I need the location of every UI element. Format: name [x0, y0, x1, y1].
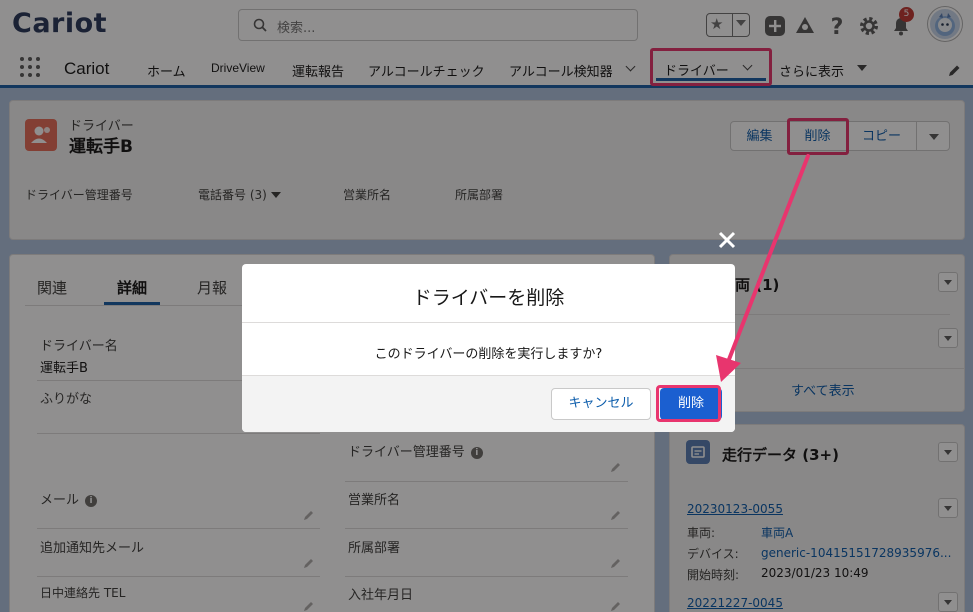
modal-divider: [242, 322, 735, 323]
highlight-confirm-button: [656, 385, 721, 422]
modal-title: ドライバーを削除: [412, 288, 565, 309]
cancel-button[interactable]: キャンセル: [551, 388, 651, 420]
close-icon[interactable]: [715, 228, 739, 252]
modal-message: このドライバーの削除を実行しますか?: [374, 347, 603, 362]
